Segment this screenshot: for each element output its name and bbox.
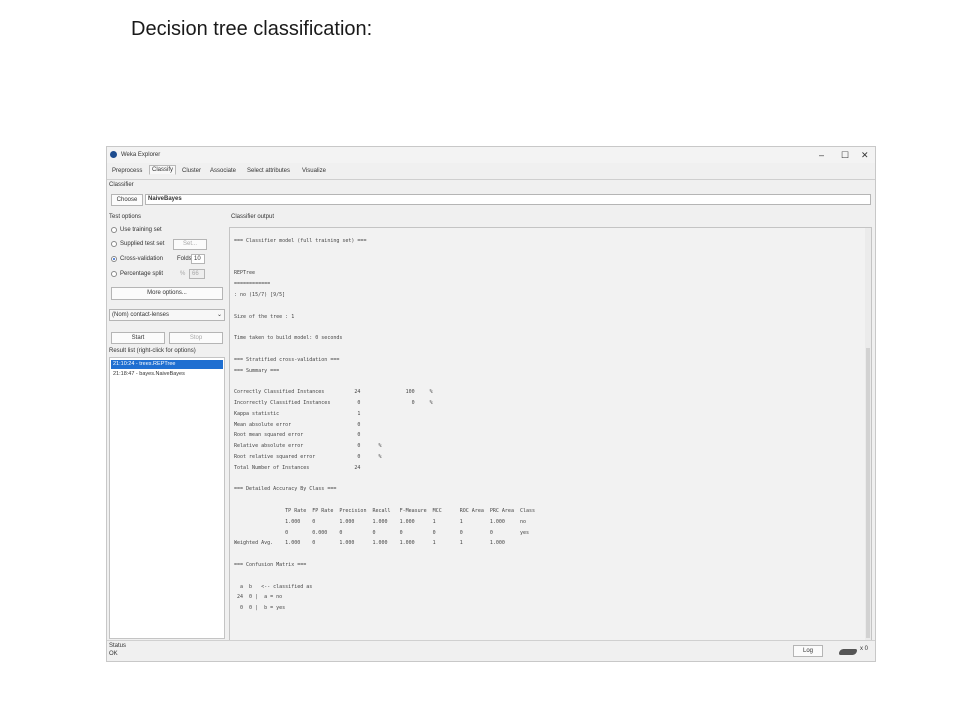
output-line: : no (15/7) [9/5] xyxy=(234,292,286,298)
start-button[interactable]: Start xyxy=(111,332,165,344)
tab-bar: Preprocess Classify Cluster Associate Se… xyxy=(107,165,875,180)
class-attribute-select[interactable]: (Nom) contact-lenses ⌄ xyxy=(109,309,225,321)
classifier-output-panel[interactable]: === Classifier model (full training set)… xyxy=(229,227,872,641)
use-training-label: Use training set xyxy=(120,227,162,233)
folds-field[interactable]: 10 xyxy=(191,254,205,264)
output-line: REPTree xyxy=(234,270,256,277)
cross-validation-radio[interactable] xyxy=(111,256,117,262)
output-line: Size of the tree : 1 xyxy=(234,313,295,320)
result-item[interactable]: 21:10:24 - trees.REPTree xyxy=(111,360,223,369)
output-line: 24 0 | a = no xyxy=(234,594,283,601)
output-line: Total Number of Instances 24 xyxy=(234,464,361,471)
supplied-test-label: Supplied test set xyxy=(120,241,165,247)
maximize-button[interactable]: ☐ xyxy=(841,150,849,161)
scrollbar-thumb[interactable] xyxy=(866,348,870,638)
percentage-split-radio[interactable] xyxy=(111,271,117,277)
output-line: Root relative squared error 0 % xyxy=(234,454,382,460)
stop-button[interactable]: Stop xyxy=(169,332,223,344)
more-options-button[interactable]: More options... xyxy=(111,287,223,300)
output-line: 0 0.000 0 0 0 0 0 0 yes xyxy=(234,529,530,536)
output-line: Incorrectly Classified Instances 0 0 % xyxy=(234,400,433,406)
result-list: 21:10:24 - trees.REPTree 21:18:47 - baye… xyxy=(109,357,225,639)
choose-button[interactable]: Choose xyxy=(111,194,143,206)
output-line: === Summary === xyxy=(234,367,280,374)
output-line: ============ xyxy=(234,281,271,288)
classifier-name-field[interactable]: NaiveBayes xyxy=(145,194,871,205)
classifier-output-label: Classifier output xyxy=(231,214,275,220)
status-text: OK xyxy=(109,651,118,657)
output-line: a b <-- classified as xyxy=(234,583,313,590)
tab-preprocess[interactable]: Preprocess xyxy=(110,167,144,175)
minimize-button[interactable]: – xyxy=(819,150,824,160)
output-line: Time taken to build model: 0 seconds xyxy=(234,335,343,342)
output-line: Mean absolute error 0 xyxy=(234,421,361,428)
status-x-count: x 0 xyxy=(860,646,869,652)
output-line: Correctly Classified Instances 24 100 % xyxy=(234,389,433,396)
tab-associate[interactable]: Associate xyxy=(208,167,238,175)
use-training-radio[interactable] xyxy=(111,227,117,233)
weka-bird-icon xyxy=(839,649,857,655)
set-button[interactable]: Set... xyxy=(173,239,207,250)
output-line: Kappa statistic 1 xyxy=(234,410,361,417)
percent-sign: % xyxy=(180,271,186,277)
output-line: === Detailed Accuracy By Class === xyxy=(234,486,337,493)
tab-cluster[interactable]: Cluster xyxy=(180,167,203,175)
test-options-label: Test options xyxy=(109,214,142,220)
weka-explorer-window: Weka Explorer – ☐ ✕ Preprocess Classify … xyxy=(106,146,876,662)
output-line: Weighted Avg. 1.000 0 1.000 1.000 1.000 … xyxy=(234,540,505,547)
status-label: Status xyxy=(109,643,127,649)
percentage-split-label: Percentage split xyxy=(120,271,164,277)
classifier-section-label: Classifier xyxy=(109,182,134,188)
window-title: Weka Explorer xyxy=(121,152,161,158)
output-line: TP Rate FP Rate Precision Recall F-Measu… xyxy=(234,508,536,514)
percent-field[interactable]: 66 xyxy=(189,269,205,279)
output-line: === Stratified cross-validation === xyxy=(234,356,340,363)
result-item[interactable]: 21:18:47 - bayes.NaiveBayes xyxy=(111,370,223,379)
output-line: 1.000 0 1.000 1.000 1.000 1 1 1.000 no xyxy=(234,518,526,525)
tab-select-attributes[interactable]: Select attributes xyxy=(245,167,292,175)
log-button[interactable]: Log xyxy=(793,645,823,657)
page-caption: Decision tree classification: xyxy=(131,18,373,40)
result-list-label: Result list (right-click for options) xyxy=(109,348,196,354)
output-line: === Confusion Matrix === xyxy=(234,562,307,568)
output-line: Root mean squared error 0 xyxy=(234,432,361,439)
supplied-test-radio[interactable] xyxy=(111,241,117,247)
output-scrollbar[interactable] xyxy=(865,228,871,640)
cross-validation-label: Cross-validation xyxy=(120,256,164,262)
output-line: Relative absolute error 0 % xyxy=(234,443,382,450)
weka-logo-icon xyxy=(110,151,117,158)
output-line: === Classifier model (full training set)… xyxy=(234,238,367,244)
tab-classify[interactable]: Classify xyxy=(149,165,177,175)
status-bar: Status OK Log x 0 xyxy=(107,640,875,661)
chevron-down-icon: ⌄ xyxy=(216,312,222,318)
tab-visualize[interactable]: Visualize xyxy=(300,167,328,175)
title-bar: Weka Explorer – ☐ ✕ xyxy=(107,147,875,163)
class-attribute-value: (Nom) contact-lenses xyxy=(112,312,170,318)
close-button[interactable]: ✕ xyxy=(861,150,869,161)
output-line: 0 0 | b = yes xyxy=(234,605,286,612)
folds-label: Folds xyxy=(177,256,192,262)
